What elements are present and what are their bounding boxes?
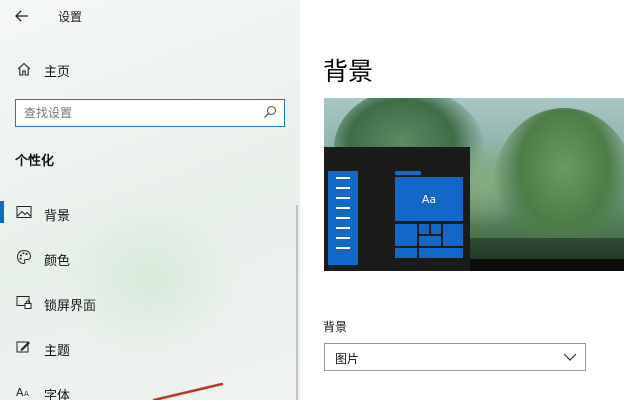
preview-tile [395,171,421,175]
chevron-down-icon [563,353,577,361]
preview-tile [395,224,417,246]
title-bar: 设置 [0,0,300,32]
home-icon [14,59,34,79]
preview-start-menu: Aa [324,147,470,271]
sidebar-scrollbar[interactable] [296,205,298,400]
preview-tile [419,248,463,258]
sidebar-item-label: 背景 [44,209,71,224]
svg-text:A: A [16,386,24,399]
sidebar-item-label: 锁屏界面 [44,299,97,314]
page-title: 背景 [323,57,374,86]
nav-home[interactable]: 主页 [0,56,300,82]
svg-text:A: A [24,390,29,398]
background-dropdown[interactable]: 图片 [324,343,586,371]
sidebar-item-lock-screen[interactable]: 锁屏界面 [0,287,300,317]
sidebar-item-themes[interactable]: 主题 [0,332,300,362]
annotation-arrow [152,382,224,400]
theme-icon [14,337,34,357]
back-arrow-icon [15,10,28,22]
preview-tile [443,224,463,246]
preview-tile [431,224,441,234]
background-dropdown-value: 图片 [335,352,360,366]
back-button[interactable] [8,4,36,28]
lock-screen-icon [14,292,34,312]
main-panel: 背景 Aa 背景 图片 [300,0,624,400]
sidebar: 设置 主页 个性化 背景 [0,0,300,400]
image-icon [14,202,34,222]
background-label: 背景 [323,320,348,334]
sidebar-item-label: 主题 [44,344,71,359]
preview-start-list [328,171,358,265]
search-input[interactable] [16,100,256,125]
active-indicator [0,201,4,223]
preview-tile [419,236,441,246]
preview-tree [494,108,624,258]
sidebar-item-label: 颜色 [44,254,71,269]
preview-tile-aa: Aa [395,177,463,221]
app-title: 设置 [58,10,83,24]
sidebar-item-colors[interactable]: 颜色 [0,242,300,272]
font-icon: A A [14,382,34,400]
sidebar-item-background[interactable]: 背景 [0,197,300,227]
nav-home-label: 主页 [44,65,71,80]
sidebar-item-label: 字体 [44,389,71,400]
preview-tile [395,248,417,258]
background-preview: Aa [324,98,624,271]
section-title: 个性化 [15,154,55,169]
palette-icon [14,247,34,267]
preview-tile [419,224,429,234]
search-icon[interactable] [262,104,278,120]
search-box[interactable] [15,99,285,127]
